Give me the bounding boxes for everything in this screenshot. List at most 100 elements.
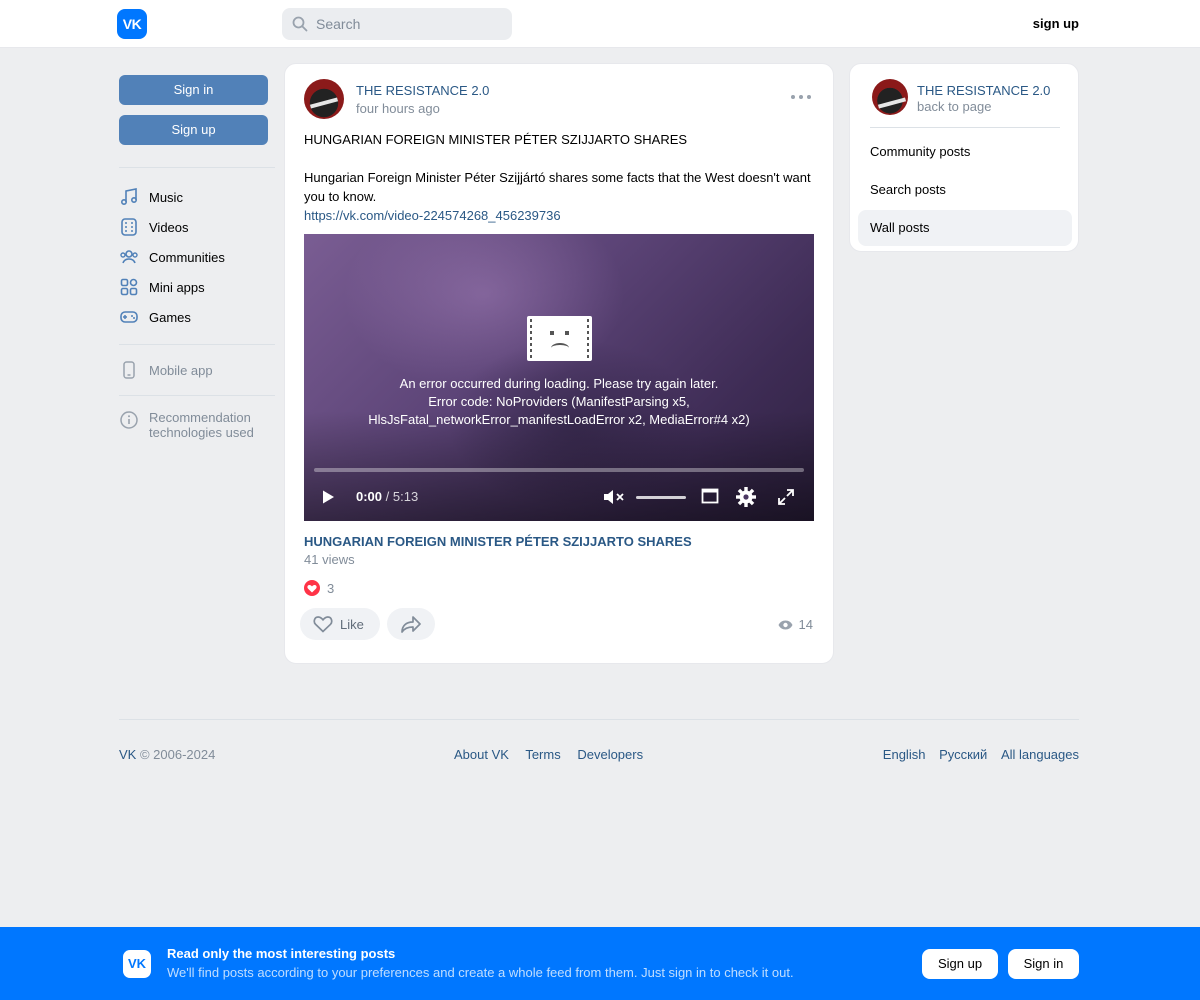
menu-item-community-posts[interactable]: Community posts (858, 134, 1072, 170)
sidebar-item-communities[interactable]: Communities (119, 242, 275, 272)
info-icon (120, 411, 138, 429)
more-options-button[interactable] (791, 92, 811, 102)
sidebar-divider (119, 167, 275, 168)
recommendation-line1: Recommendation (149, 410, 251, 425)
footer-copyright: VK © 2006-2024 (119, 747, 215, 762)
sidebar-item-label: Music (149, 189, 183, 205)
phone-icon (123, 361, 135, 379)
language-english[interactable]: English (883, 747, 926, 762)
post-video-link[interactable]: https://vk.com/video-224574268_456239736 (304, 206, 814, 225)
footer-link-terms[interactable]: Terms (525, 747, 560, 762)
post-author-link[interactable]: THE RESISTANCE 2.0 (356, 83, 489, 98)
post-text-body: Hungarian Foreign Minister Péter Szijjár… (304, 170, 811, 204)
eye-icon (778, 620, 793, 629)
video-title-link[interactable]: HUNGARIAN FOREIGN MINISTER PÉTER SZIJJAR… (304, 534, 692, 549)
volume-slider[interactable] (636, 496, 686, 499)
communities-icon (120, 250, 138, 264)
vk-logo[interactable]: VK (117, 9, 147, 39)
right-panel: THE RESISTANCE 2.0 back to page Communit… (849, 63, 1079, 252)
mute-icon[interactable] (602, 487, 628, 507)
copyright-text: © 2006-2024 (139, 747, 216, 762)
back-to-page-link[interactable]: back to page (917, 99, 991, 114)
footer-link-about[interactable]: About VK (454, 747, 509, 762)
search-input[interactable] (316, 8, 506, 40)
sidebar-divider (119, 344, 275, 345)
top-header: VK sign up (0, 0, 1200, 48)
music-icon (120, 188, 138, 206)
search-box[interactable] (282, 8, 512, 40)
footer-vk-link[interactable]: VK (119, 747, 136, 762)
video-error-message: An error occurred during loading. Please… (304, 375, 814, 429)
eye-mark (565, 331, 569, 335)
like-label: Like (340, 616, 364, 632)
dot-icon (799, 95, 803, 99)
dot-icon (807, 95, 811, 99)
banner-sign-up-button[interactable]: Sign up (922, 949, 998, 979)
sidebar-item-label: Games (149, 309, 191, 325)
video-views: 41 views (304, 552, 355, 567)
footer-links: About VK Terms Developers (454, 747, 656, 762)
post-text-title: HUNGARIAN FOREIGN MINISTER PÉTER SZIJJAR… (304, 132, 688, 147)
heart-outline-icon (313, 616, 333, 633)
vk-logo: VK (123, 950, 151, 978)
sign-in-button[interactable]: Sign in (119, 75, 268, 105)
sidebar-item-games[interactable]: Games (119, 302, 275, 332)
film-perforation (587, 319, 589, 358)
sign-up-button[interactable]: Sign up (119, 115, 268, 145)
heart-reaction-icon (304, 580, 320, 596)
eye-mark (550, 331, 554, 335)
share-arrow-icon (401, 616, 421, 633)
sidebar-item-label: Videos (149, 219, 189, 235)
film-perforation (530, 319, 532, 358)
dot-icon (791, 95, 795, 99)
videos-icon (121, 218, 137, 236)
settings-gear-icon[interactable] (735, 486, 757, 508)
post-timestamp[interactable]: four hours ago (356, 101, 440, 116)
fullscreen-icon[interactable] (777, 488, 795, 506)
menu-item-search-posts[interactable]: Search posts (858, 172, 1072, 208)
sidebar-divider (119, 395, 275, 396)
video-progress-bar[interactable] (314, 468, 804, 472)
community-avatar[interactable] (872, 79, 908, 115)
footer-languages: English Русский All languages (873, 747, 1079, 762)
error-line: Error code: NoProviders (ManifestParsing… (428, 394, 690, 409)
share-button[interactable] (387, 608, 435, 640)
menu-item-wall-posts[interactable]: Wall posts (858, 210, 1072, 246)
post-text: HUNGARIAN FOREIGN MINISTER PÉTER SZIJJAR… (304, 130, 814, 225)
video-time: 0:00 / 5:13 (356, 489, 418, 504)
footer-divider (119, 719, 1079, 720)
recommendation-technologies-link[interactable]: Recommendation technologies used (119, 410, 275, 440)
mini-player-icon[interactable] (701, 487, 719, 505)
duration: / 5:13 (385, 489, 419, 504)
panel-divider (870, 127, 1060, 128)
sidebar-item-label: Mobile app (149, 362, 213, 378)
banner-sign-in-button[interactable]: Sign in (1008, 949, 1079, 979)
mini-apps-icon (120, 278, 138, 296)
community-name-link[interactable]: THE RESISTANCE 2.0 (917, 83, 1050, 98)
sad-film-icon (527, 316, 592, 361)
sidebar-item-music[interactable]: Music (119, 182, 275, 212)
header-signup-link[interactable]: sign up (1033, 16, 1079, 31)
sidebar-item-mobile-app[interactable]: Mobile app (119, 355, 275, 385)
recommendation-line2: technologies used (149, 425, 254, 440)
mouth-mark (551, 343, 569, 353)
current-time: 0:00 (356, 489, 383, 504)
like-button[interactable]: Like (300, 608, 380, 640)
video-player[interactable]: An error occurred during loading. Please… (304, 234, 814, 521)
language-all[interactable]: All languages (1001, 747, 1079, 762)
view-count: 14 (798, 617, 813, 632)
sidebar-item-mini-apps[interactable]: Mini apps (119, 272, 275, 302)
community-avatar[interactable] (304, 79, 344, 119)
footer-link-developers[interactable]: Developers (577, 747, 643, 762)
play-icon[interactable] (320, 489, 336, 505)
sidebar-item-videos[interactable]: Videos (119, 212, 275, 242)
sidebar-item-label: Communities (149, 249, 225, 265)
reactions-summary[interactable]: 3 (304, 580, 334, 596)
language-russian[interactable]: Русский (939, 747, 987, 762)
banner-subtitle: We'll find posts according to your prefe… (167, 965, 794, 980)
signin-promo-banner: VK Read only the most interesting posts … (0, 927, 1200, 1000)
reaction-count: 3 (327, 580, 335, 596)
video-controls: 0:00 / 5:13 (304, 484, 814, 510)
games-icon (120, 311, 138, 323)
sidebar-item-label: Mini apps (149, 279, 205, 295)
